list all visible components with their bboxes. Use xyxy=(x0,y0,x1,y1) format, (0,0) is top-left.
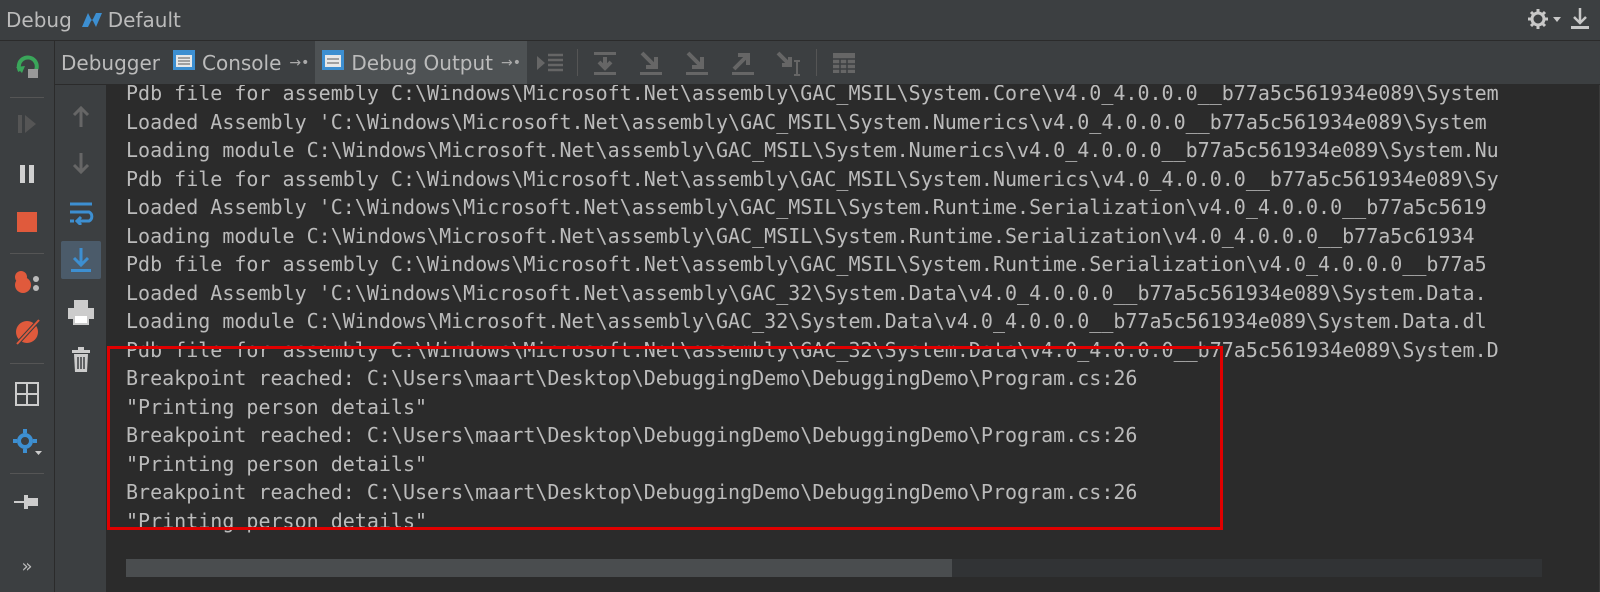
tab-console-pin[interactable]: →• xyxy=(289,55,309,71)
output-line: Loading module C:\Windows\Microsoft.Net\… xyxy=(126,309,1487,333)
stop-icon[interactable] xyxy=(8,203,46,241)
layout-icon[interactable] xyxy=(8,375,46,413)
step-into-my-code-icon[interactable] xyxy=(674,41,720,84)
rerun-icon[interactable] xyxy=(8,47,46,85)
debug-toolbar: » xyxy=(0,41,55,592)
evaluate-expression-icon[interactable] xyxy=(821,41,867,84)
tab-debugger[interactable]: Debugger xyxy=(55,41,166,84)
more-icon[interactable]: » xyxy=(8,547,46,585)
tab-console[interactable]: Console →• xyxy=(166,41,315,84)
scroll-to-end-icon[interactable] xyxy=(61,241,101,279)
step-out-icon[interactable] xyxy=(720,41,766,84)
output-line: Loaded Assembly 'C:\Windows\Microsoft.Ne… xyxy=(126,280,1487,305)
resume-icon[interactable] xyxy=(8,105,46,143)
output-line: Pdb file for assembly C:\Windows\Microso… xyxy=(126,166,1499,191)
window-title-prefix: Debug xyxy=(6,8,72,32)
tab-debug-output[interactable]: Debug Output →• xyxy=(315,41,528,84)
mute-breakpoints-icon[interactable] xyxy=(8,313,46,351)
debug-output-icon xyxy=(321,49,345,76)
hide-panel-icon[interactable] xyxy=(1568,6,1592,32)
soft-wrap-icon[interactable] xyxy=(61,193,101,231)
debug-output-panel[interactable]: Pdb file for assembly C:\Windows\Microso… xyxy=(107,85,1600,592)
window-title-suffix: Default xyxy=(107,8,181,32)
output-line: Loading module C:\Windows\Microsoft.Net\… xyxy=(126,223,1475,248)
pause-icon[interactable] xyxy=(8,155,46,193)
output-line: Pdb file for assembly C:\Windows\Microso… xyxy=(126,252,1487,276)
tab-debugger-label: Debugger xyxy=(61,50,160,75)
tab-debug-output-pin[interactable]: →• xyxy=(501,55,521,71)
horizontal-scrollbar-thumb[interactable] xyxy=(126,559,952,577)
view-breakpoints-icon[interactable] xyxy=(8,263,46,301)
up-arrow-icon[interactable] xyxy=(61,97,101,135)
output-line: Pdb file for assembly C:\Windows\Microso… xyxy=(126,85,1499,105)
down-arrow-icon[interactable] xyxy=(61,145,101,183)
gear-icon[interactable] xyxy=(1526,7,1562,31)
step-into-icon[interactable] xyxy=(628,41,674,84)
pin-icon[interactable] xyxy=(8,483,46,521)
run-to-cursor-icon[interactable] xyxy=(766,41,812,84)
tab-console-label: Console xyxy=(202,50,282,75)
console-icon xyxy=(172,49,196,76)
output-line: Loading module C:\Windows\Microsoft.Net\… xyxy=(126,138,1499,162)
debug-tab-bar: Debugger Console →• Debug Output →• xyxy=(55,41,1600,85)
settings-gear-icon[interactable] xyxy=(8,423,46,461)
breakpoint-highlight-box xyxy=(107,346,1223,530)
trash-icon[interactable] xyxy=(61,341,101,379)
tab-debug-output-label: Debug Output xyxy=(351,50,494,75)
output-line: Loaded Assembly 'C:\Windows\Microsoft.Ne… xyxy=(126,195,1487,219)
dotnet-logo-icon xyxy=(80,11,104,29)
output-toolbar xyxy=(55,85,107,592)
show-execution-point-icon[interactable] xyxy=(527,41,573,84)
output-line: Loaded Assembly 'C:\Windows\Microsoft.Ne… xyxy=(126,109,1487,134)
step-over-icon[interactable] xyxy=(582,41,628,84)
print-icon[interactable] xyxy=(61,293,101,331)
title-bar: Debug Default xyxy=(0,0,1600,41)
